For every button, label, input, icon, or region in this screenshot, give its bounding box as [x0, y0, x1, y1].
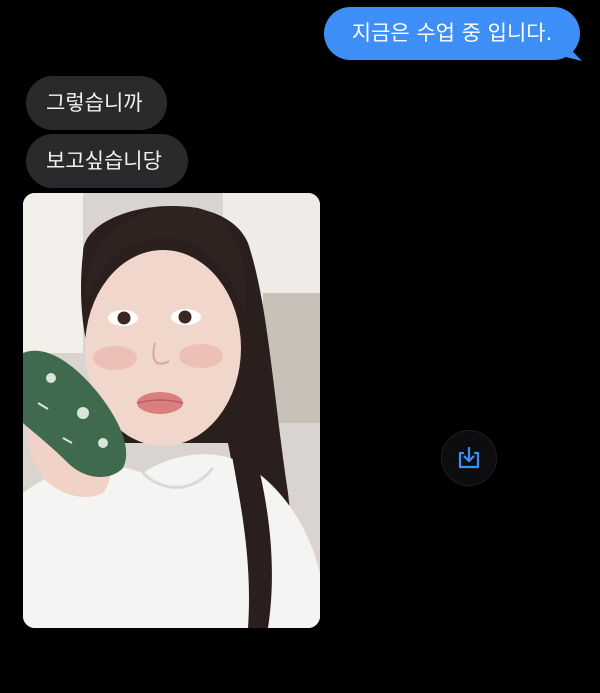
received-message-text: 그렇습니까	[46, 90, 143, 115]
photo-attachment[interactable]	[23, 193, 320, 628]
download-to-tray-icon	[458, 446, 480, 469]
photo-image	[23, 193, 320, 628]
sent-message-bubble[interactable]: 지금은 수업 중 입니다.	[324, 7, 580, 60]
received-message-bubble[interactable]: 보고싶습니당	[26, 134, 188, 188]
received-message-bubble[interactable]: 그렇습니까	[26, 76, 167, 130]
received-message-text: 보고싶습니당	[46, 148, 162, 173]
sent-message-text: 지금은 수업 중 입니다.	[351, 21, 553, 45]
save-to-device-button[interactable]	[441, 430, 497, 486]
